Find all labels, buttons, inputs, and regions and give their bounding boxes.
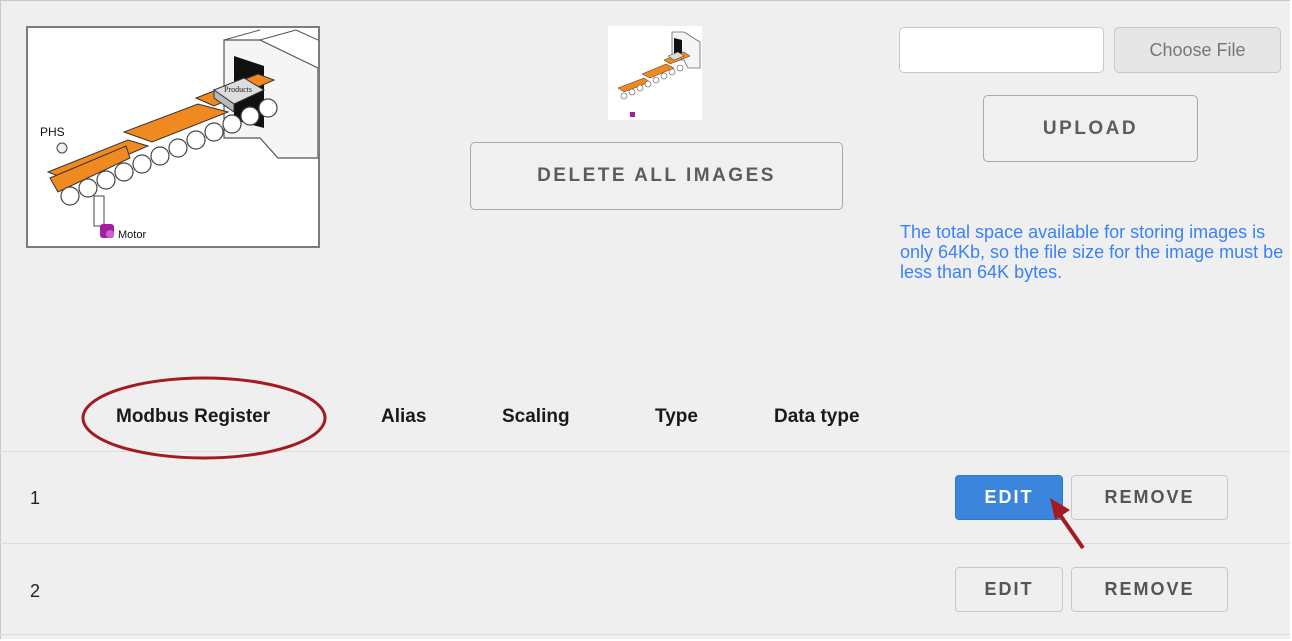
header-divider <box>0 451 1290 452</box>
row-divider <box>0 543 1290 544</box>
bottom-divider <box>0 634 1290 635</box>
remove-button-row-1[interactable]: REMOVE <box>1071 475 1228 520</box>
edit-button-row-1[interactable]: EDIT <box>955 475 1063 520</box>
main-image: Products PHS Motor <box>26 26 320 248</box>
delete-all-images-button[interactable]: DELETE ALL IMAGES <box>470 142 843 210</box>
remove-button-row-2[interactable]: REMOVE <box>1071 567 1228 612</box>
phs-label: PHS <box>40 125 65 139</box>
motor-label: Motor <box>118 229 146 241</box>
row-register-2: 2 <box>30 581 41 601</box>
choose-file-button[interactable]: Choose File <box>1114 27 1281 73</box>
row-register-1: 1 <box>30 488 41 508</box>
file-name-field[interactable] <box>899 27 1104 73</box>
sensor-icon <box>56 142 68 154</box>
column-header-modbus-register: Modbus Register <box>116 406 271 427</box>
storage-note: The total space available for storing im… <box>900 222 1284 282</box>
image-thumbnail[interactable] <box>608 26 702 120</box>
column-header-alias: Alias <box>381 406 427 427</box>
motor-icon <box>100 224 114 238</box>
edit-button-row-2[interactable]: EDIT <box>955 567 1063 612</box>
column-header-type: Type <box>655 406 698 427</box>
upload-button[interactable]: UPLOAD <box>983 95 1198 162</box>
column-header-data-type: Data type <box>774 406 860 427</box>
products-label: Products <box>224 85 252 94</box>
column-header-scaling: Scaling <box>502 406 570 427</box>
